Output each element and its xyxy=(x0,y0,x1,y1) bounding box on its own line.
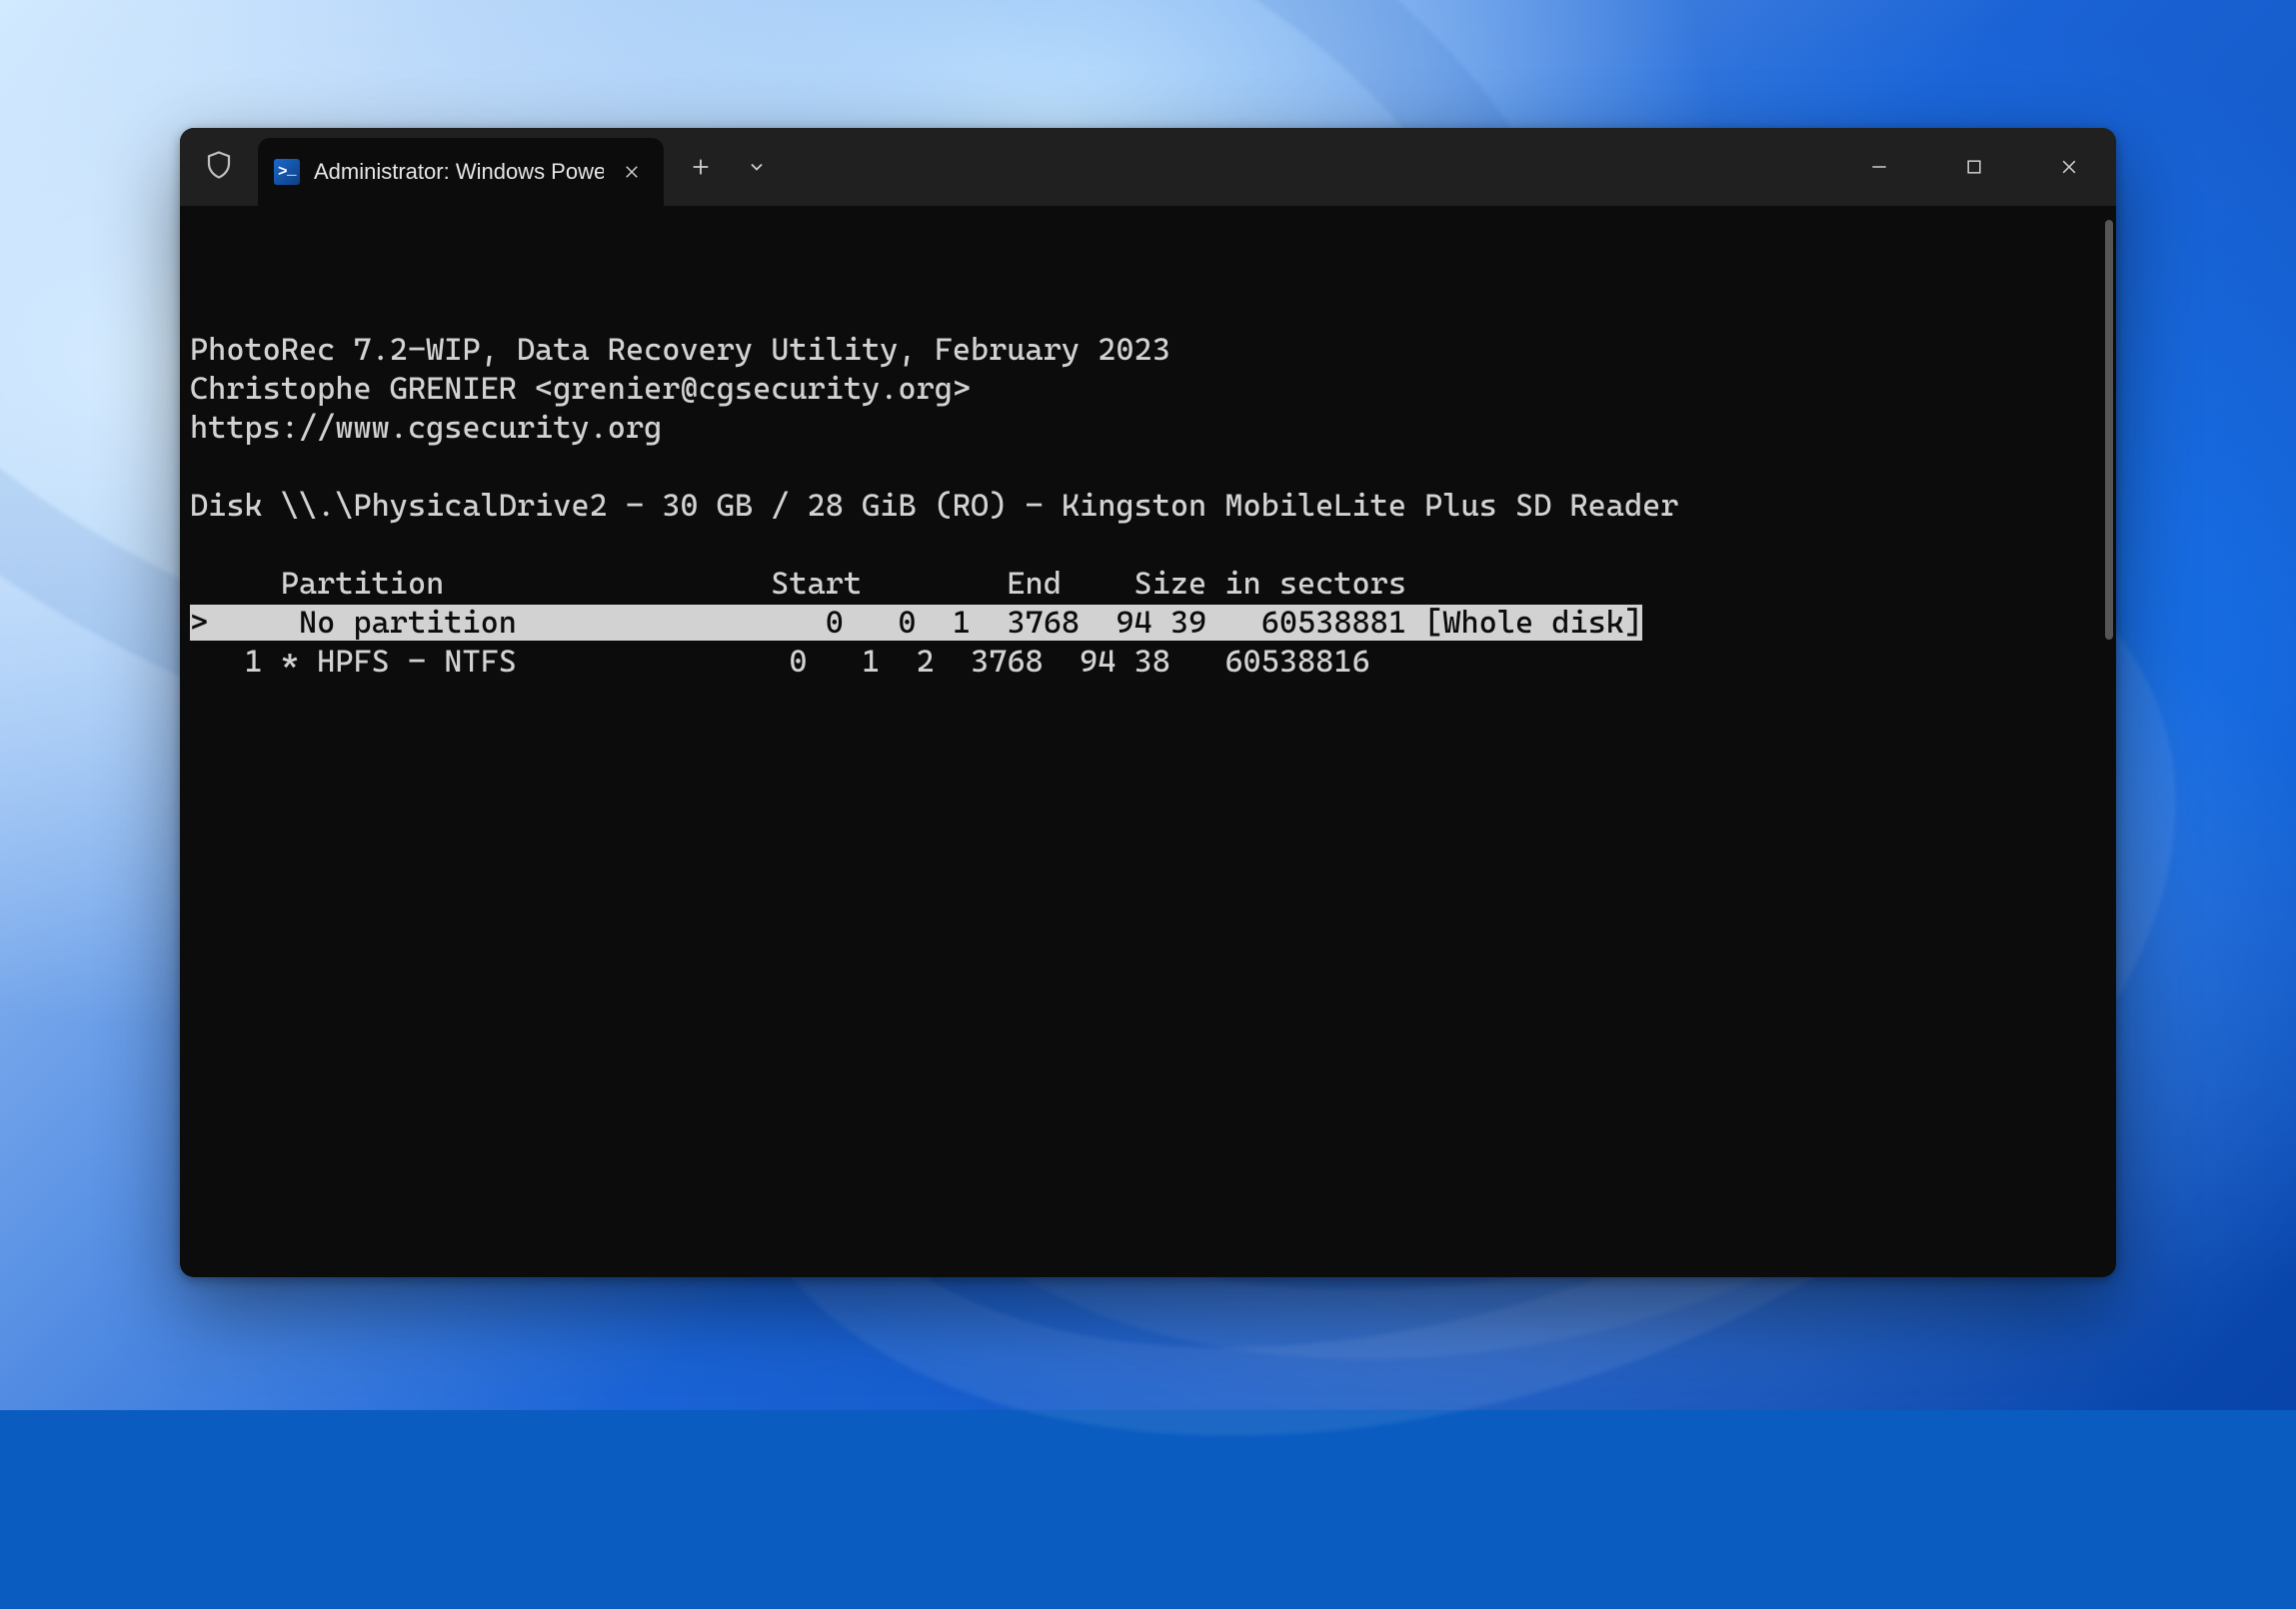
photorec-header-line3: https://www.cgsecurity.org xyxy=(190,409,2106,448)
close-tab-button[interactable] xyxy=(618,158,646,186)
terminal-body[interactable]: PhotoRec 7.2-WIP, Data Recovery Utility,… xyxy=(180,206,2116,1277)
photorec-header-line1: PhotoRec 7.2-WIP, Data Recovery Utility,… xyxy=(190,331,2106,370)
partition-row[interactable]: 1 * HPFS - NTFS 0 1 2 3768 94 38 6053881… xyxy=(190,643,2106,682)
terminal-window: Administrator: Windows Powe xyxy=(180,128,2116,1277)
photorec-header-line2: Christophe GRENIER <grenier@cgsecurity.o… xyxy=(190,370,2106,409)
titlebar[interactable]: Administrator: Windows Powe xyxy=(180,128,2116,206)
scrollbar[interactable] xyxy=(2105,220,2113,640)
close-window-button[interactable] xyxy=(2021,128,2116,206)
new-tab-button[interactable] xyxy=(676,142,726,192)
maximize-button[interactable] xyxy=(1926,128,2021,206)
tab-dropdown-button[interactable] xyxy=(732,142,782,192)
tab-powershell[interactable]: Administrator: Windows Powe xyxy=(258,138,664,206)
partition-row-selected[interactable]: > No partition 0 0 1 3768 94 39 60538881… xyxy=(190,604,2106,643)
partition-table-header: Partition Start End Size in sectors xyxy=(190,565,2106,604)
disk-info-line: Disk \\.\PhysicalDrive2 - 30 GB / 28 GiB… xyxy=(190,487,2106,526)
minimize-button[interactable] xyxy=(1831,128,1926,206)
powershell-icon xyxy=(274,159,300,185)
admin-shield-icon xyxy=(180,150,258,185)
tab-title: Administrator: Windows Powe xyxy=(314,159,604,185)
